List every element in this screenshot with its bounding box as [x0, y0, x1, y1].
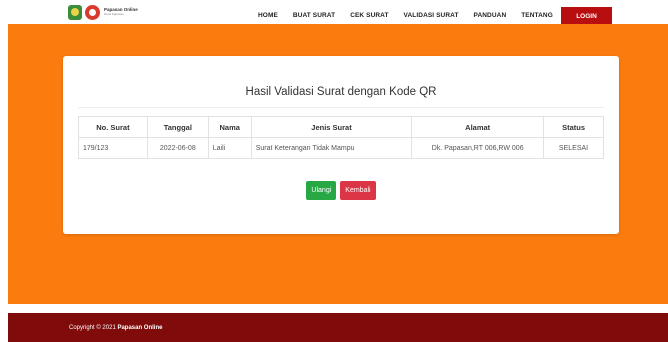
header-nama: Nama — [207, 116, 252, 138]
nav-buat-surat[interactable]: BUAT SURAT — [293, 12, 335, 24]
retry-button[interactable]: Ulangi — [306, 181, 337, 200]
brand-subtitle: Desa Papasan — [104, 12, 124, 17]
footer: Copyright © 2021 Papasan Online — [8, 313, 668, 342]
cell-status: SELESAI — [543, 137, 604, 159]
header-tanggal: Tanggal — [146, 116, 209, 138]
header-alamat: Alamat — [411, 116, 545, 138]
brand-text: Papasan Online Desa Papasan — [104, 7, 138, 17]
footer-copyright: Copyright © 2021 Papasan Online — [69, 325, 162, 331]
footer-brand: Papasan Online — [117, 325, 163, 331]
nav-tentang[interactable]: TENTANG — [521, 12, 553, 24]
nav-panduan[interactable]: PANDUAN — [474, 12, 507, 24]
action-buttons: Ulangi Kembali — [63, 181, 619, 200]
cell-alamat: Dk. Papasan,RT 006,RW 006 — [411, 137, 545, 159]
cell-tanggal: 2022-06-08 — [146, 137, 209, 159]
nav-menu: HOME BUAT SURAT CEK SURAT VALIDASI SURAT… — [258, 0, 553, 24]
header-no-surat: No. Surat — [78, 116, 148, 138]
regency-emblem-icon — [68, 4, 82, 20]
cell-jenis-surat: Surat Keterangan Tidak Mampu — [250, 137, 413, 159]
brand-logo[interactable]: Papasan Online Desa Papasan — [68, 3, 138, 21]
result-table: No. Surat Tanggal Nama Jenis Surat Alama… — [78, 116, 604, 159]
nav-home[interactable]: HOME — [258, 12, 278, 24]
footer-copyright-prefix: Copyright © 2021 — [69, 325, 116, 331]
navbar: Papasan Online Desa Papasan HOME BUAT SU… — [0, 0, 668, 24]
header-status: Status — [543, 116, 604, 138]
login-button[interactable]: LOGIN — [561, 7, 612, 24]
cell-no-surat: 179/123 — [78, 137, 148, 159]
nav-validasi-surat[interactable]: VALIDASI SURAT — [404, 12, 459, 24]
back-button[interactable]: Kembali — [340, 181, 376, 200]
table-header-row: No. Surat Tanggal Nama Jenis Surat Alama… — [78, 116, 604, 138]
brand-mark-icon — [85, 4, 100, 20]
card-divider — [78, 107, 604, 108]
card-title: Hasil Validasi Surat dengan Kode QR — [245, 86, 437, 98]
cell-nama: Laili — [207, 137, 252, 159]
validation-result-card: Hasil Validasi Surat dengan Kode QR No. … — [63, 56, 619, 234]
header-jenis-surat: Jenis Surat — [250, 116, 413, 138]
nav-cek-surat[interactable]: CEK SURAT — [350, 12, 388, 24]
table-row: 179/123 2022-06-08 Laili Surat Keteranga… — [78, 137, 604, 159]
